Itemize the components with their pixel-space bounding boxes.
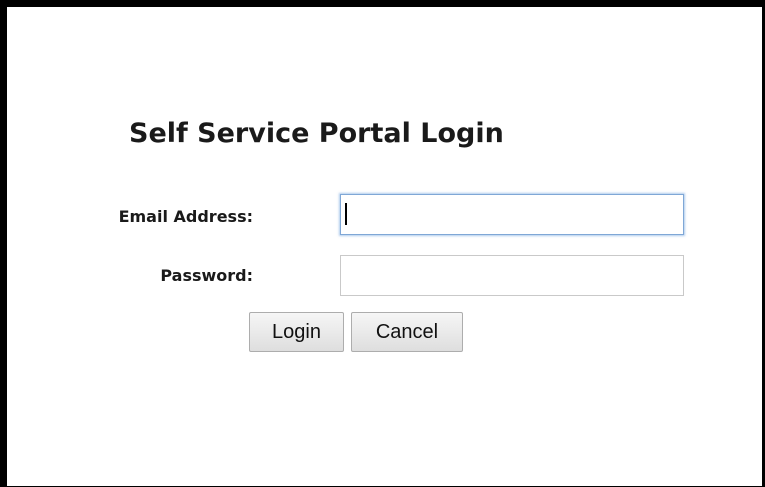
- login-button[interactable]: Login: [249, 312, 344, 352]
- email-field[interactable]: [340, 194, 684, 235]
- login-window: Self Service Portal Login Email Address:…: [0, 0, 765, 487]
- password-field[interactable]: [340, 255, 684, 296]
- password-label: Password:: [160, 266, 253, 285]
- email-label: Email Address:: [118, 207, 253, 226]
- page-title: Self Service Portal Login: [129, 118, 504, 149]
- cancel-button[interactable]: Cancel: [351, 312, 463, 352]
- text-cursor: [345, 203, 347, 225]
